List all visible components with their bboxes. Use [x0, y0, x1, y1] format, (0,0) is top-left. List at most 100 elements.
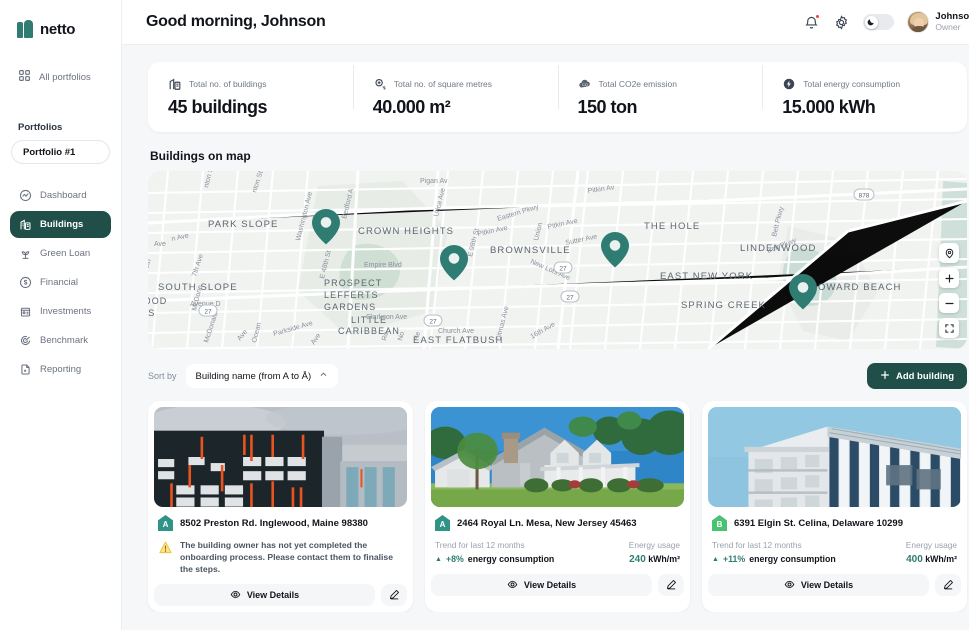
- netto-logo-icon: [17, 20, 34, 38]
- notifications-button[interactable]: [803, 13, 821, 31]
- app-root: netto All portfolios Portfolios Portfoli…: [0, 0, 969, 630]
- svg-text:BROWNSVILLE: BROWNSVILLE: [490, 245, 571, 256]
- chevron-up-icon: [319, 370, 328, 382]
- investments-icon: [19, 305, 32, 318]
- svg-text:EAST FLATBUSH: EAST FLATBUSH: [413, 335, 504, 346]
- sort-row: Sort by Building name (from A to Å) Add …: [148, 363, 967, 389]
- map-controls: [939, 243, 959, 338]
- zoom-out-icon[interactable]: [939, 293, 959, 313]
- sidebar-item-label: Reporting: [40, 364, 82, 375]
- sort-select[interactable]: Building name (from A to Å): [185, 364, 339, 388]
- sidebar-item-investments[interactable]: Investments: [10, 298, 111, 325]
- energy-usage-unit: kWh/m²: [648, 554, 680, 564]
- stat-total-square-metres: Total no. of square metres 40.000 m²: [352, 64, 558, 118]
- page-title: Good morning, Johnson: [146, 13, 326, 30]
- view-details-button[interactable]: View Details: [154, 584, 375, 606]
- trend-value: +8%: [445, 554, 464, 564]
- topbar: Good morning, Johnson Johnso Owner: [122, 0, 969, 45]
- sidebar-item-label: Green Loan: [40, 248, 91, 259]
- edit-building-button[interactable]: [381, 584, 407, 606]
- building-metrics: Trend for last 12 months ▲ +8% energy co…: [431, 531, 684, 565]
- svg-text:EAST NEW YORK: EAST NEW YORK: [660, 271, 753, 282]
- stat-label: Total energy consumption: [803, 78, 901, 89]
- main-area: Good morning, Johnson Johnso Owner Total…: [122, 0, 969, 630]
- portfolio-selector[interactable]: Portfolio #1: [11, 140, 110, 164]
- zoom-in-icon[interactable]: [939, 268, 959, 288]
- building-image-modern-apartment: [708, 407, 961, 507]
- svg-text:GARDENS: GARDENS: [324, 302, 376, 312]
- sidebar-item-green-loan[interactable]: Green Loan: [10, 240, 111, 267]
- card-actions: View Details: [708, 574, 961, 596]
- onboarding-warning: The building owner has not yet completed…: [154, 531, 407, 575]
- energy-usage-unit: kWh/m²: [925, 554, 957, 564]
- trend-suffix: energy consumption: [467, 554, 555, 564]
- stat-value: 150 ton: [577, 96, 638, 117]
- building-address-row: A 8502 Preston Rd. Inglewood, Maine 9838…: [154, 507, 407, 531]
- benchmark-icon: [19, 334, 32, 347]
- svg-text:Church Ave: Church Ave: [438, 328, 474, 335]
- area-stat-icon: [373, 77, 387, 91]
- building-image-suburban-house: [431, 407, 684, 507]
- view-details-label: View Details: [246, 590, 300, 600]
- trend-suffix: energy consumption: [749, 554, 836, 564]
- view-details-button[interactable]: View Details: [708, 574, 929, 596]
- sidebar-item-dashboard[interactable]: Dashboard: [10, 182, 111, 209]
- sidebar-item-buildings[interactable]: Buildings: [10, 211, 111, 238]
- buildings-stat-icon: [168, 77, 182, 91]
- building-card[interactable]: A 8502 Preston Rd. Inglewood, Maine 9838…: [148, 401, 413, 612]
- svg-text:27: 27: [204, 309, 212, 316]
- buildings-map[interactable]: PARK SLOPE CROWN HEIGHTS THE HOLE BROWNS…: [148, 171, 967, 349]
- svg-text:Clarkson Ave: Clarkson Ave: [366, 314, 407, 321]
- dashboard-icon: [19, 189, 32, 202]
- edit-building-button[interactable]: [658, 574, 684, 596]
- building-card[interactable]: B 6391 Elgin St. Celina, Delaware 10299 …: [702, 401, 967, 612]
- svg-text:HTS: HTS: [148, 308, 155, 318]
- svg-text:Pigan Av: Pigan Av: [420, 178, 448, 185]
- sidebar-item-label: Buildings: [40, 219, 84, 230]
- view-details-button[interactable]: View Details: [431, 574, 652, 596]
- svg-text:LEFFERTS: LEFFERTS: [324, 290, 379, 300]
- trend-value: +11%: [722, 554, 746, 564]
- energy-usage-label: Energy usage: [628, 540, 680, 550]
- sidebar-nav: Dashboard Buildings Green Loan Financial…: [0, 182, 121, 383]
- sidebar-item-label: Benchmark: [40, 335, 89, 346]
- fullscreen-icon[interactable]: [939, 318, 959, 338]
- sidebar-item-all-portfolios[interactable]: All portfolios: [10, 62, 111, 92]
- view-details-label: View Details: [800, 580, 854, 590]
- warning-icon: [158, 540, 173, 555]
- edit-building-button[interactable]: [935, 574, 961, 596]
- building-address: 6391 Elgin St. Celina, Delaware 10299: [734, 517, 903, 529]
- sort-select-value: Building name (from A to Å): [195, 370, 312, 382]
- dark-mode-toggle[interactable]: [863, 14, 895, 30]
- user-menu[interactable]: Johnson Owner: [907, 11, 969, 33]
- stat-label: Total CO2e emission: [598, 78, 677, 89]
- user-name: Johnson: [935, 11, 969, 22]
- sidebar-item-reporting[interactable]: Reporting: [10, 356, 111, 383]
- buildings-icon: [19, 218, 32, 231]
- svg-text:PARK SLOPE: PARK SLOPE: [208, 219, 279, 230]
- stats-summary: Total no. of buildings 45 buildings Tota…: [148, 62, 967, 132]
- energy-usage-label: Energy usage: [905, 540, 957, 550]
- pencil-icon: [666, 578, 677, 593]
- rating-badge-label: B: [716, 520, 723, 529]
- sidebar-item-label: Investments: [40, 306, 92, 317]
- add-building-button[interactable]: Add building: [866, 363, 967, 389]
- sidebar-item-benchmark[interactable]: Benchmark: [10, 327, 111, 354]
- locate-icon[interactable]: [939, 243, 959, 263]
- view-details-label: View Details: [523, 580, 577, 590]
- trend-label: Trend for last 12 months: [712, 540, 802, 550]
- stat-total-buildings: Total no. of buildings 45 buildings: [148, 77, 353, 118]
- svg-text:878: 878: [859, 193, 870, 200]
- svg-text:CARIBBEAN: CARIBBEAN: [338, 326, 400, 336]
- settings-button[interactable]: [833, 14, 850, 31]
- plus-icon: [880, 370, 890, 383]
- rating-badge-label: A: [439, 520, 446, 529]
- co2-stat-icon: CO: [578, 77, 592, 91]
- logo[interactable]: netto: [0, 0, 121, 44]
- stat-value: 45 buildings: [168, 96, 268, 117]
- content: Total no. of buildings 45 buildings Tota…: [122, 45, 969, 612]
- stat-label: Total no. of square metres: [393, 78, 493, 89]
- portfolios-heading: Portfolios: [18, 122, 63, 133]
- sidebar-item-financial[interactable]: Financial: [10, 269, 111, 296]
- building-card[interactable]: A 2464 Royal Ln. Mesa, New Jersey 45463 …: [425, 401, 690, 612]
